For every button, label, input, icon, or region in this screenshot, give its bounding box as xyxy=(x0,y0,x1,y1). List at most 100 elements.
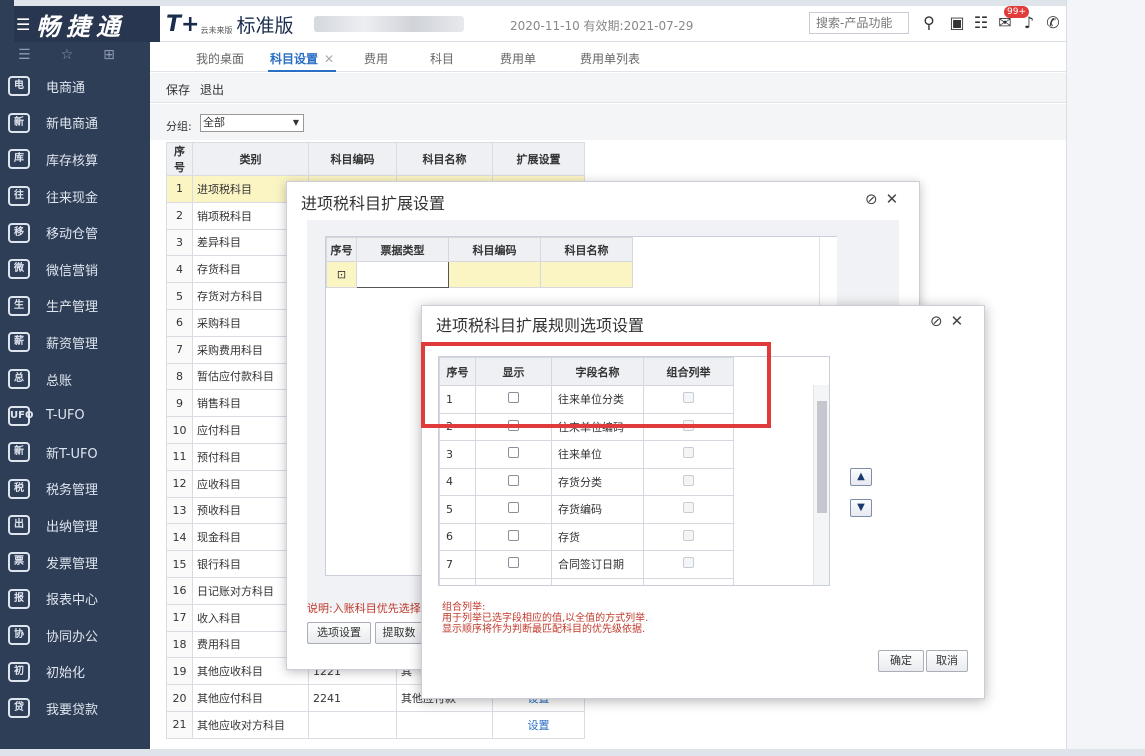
sidebar-item[interactable]: 往往来现金 xyxy=(0,178,150,215)
sidebar-item[interactable]: 薪薪资管理 xyxy=(0,324,150,361)
table-cell: 9 xyxy=(166,389,193,418)
table-row[interactable]: 21 其他应收对方科目 设置 xyxy=(166,710,585,739)
field-row[interactable]: 6 存货 xyxy=(439,522,734,551)
bell-icon[interactable]: ♪ xyxy=(1018,12,1040,34)
tab-expense-bill-list[interactable]: 费用单列表 xyxy=(580,50,640,67)
combine-checkbox[interactable] xyxy=(683,474,694,486)
brand-name: 畅捷通 xyxy=(36,11,126,41)
bill-type-input[interactable] xyxy=(356,261,449,288)
search-icon[interactable]: ⚲ xyxy=(918,12,940,34)
code-cell[interactable] xyxy=(448,261,541,288)
option-settings-button[interactable]: 选项设置 xyxy=(307,622,371,644)
ecommerce-icon: 电 xyxy=(8,76,30,97)
extract-button[interactable]: 提取数 xyxy=(375,622,423,644)
sidebar-menu-icon[interactable]: ☰ xyxy=(18,47,31,63)
sidebar-item[interactable]: UFO T-UFO xyxy=(0,397,150,434)
grid-header: 组合列举 xyxy=(643,357,734,386)
close-icon[interactable]: ✕ xyxy=(886,190,907,208)
field-row[interactable]: 3 往来单位 xyxy=(439,440,734,469)
combine-checkbox[interactable] xyxy=(683,447,694,459)
sidebar-item-label: 库存核算 xyxy=(46,153,99,169)
exit-button[interactable]: 退出 xyxy=(200,81,224,98)
group-select-value: 全部 xyxy=(203,116,225,129)
table-cell: 20 xyxy=(166,684,193,712)
show-checkbox[interactable] xyxy=(508,502,519,514)
show-checkbox[interactable] xyxy=(508,557,519,569)
sidebar-item[interactable]: 库库存核算 xyxy=(0,141,150,178)
sidebar-item[interactable]: 贷我要贷款 xyxy=(0,690,150,727)
tab-expense[interactable]: 费用 xyxy=(364,50,388,67)
sidebar-item[interactable]: 移移动仓管 xyxy=(0,214,150,251)
sidebar-item[interactable]: 电电商通 xyxy=(0,68,150,105)
search-input[interactable]: 搜索-产品功能 xyxy=(809,12,909,34)
sidebar-item[interactable]: 新新T-UFO xyxy=(0,434,150,471)
combine-checkbox[interactable] xyxy=(683,584,694,585)
show-checkbox[interactable] xyxy=(508,584,519,585)
sidebar-expand-icon[interactable]: ⊞ xyxy=(103,47,115,63)
close-icon[interactable]: ✕ xyxy=(951,312,972,330)
show-cell xyxy=(475,577,552,585)
combine-checkbox[interactable] xyxy=(683,529,694,541)
scroll-thumb[interactable] xyxy=(817,401,827,513)
field-row[interactable]: 8 票据类型 xyxy=(439,577,734,585)
col-name: 科目名称 xyxy=(540,237,633,262)
sidebar-item[interactable]: 税税务管理 xyxy=(0,471,150,508)
table-cell: 16 xyxy=(166,576,193,605)
tab-expense-bill[interactable]: 费用单 xyxy=(500,50,536,67)
tab-desktop[interactable]: 我的桌面 xyxy=(196,50,244,67)
sidebar-item-label: 生产管理 xyxy=(46,300,99,316)
combine-checkbox[interactable] xyxy=(683,557,694,569)
group-select[interactable]: 全部 ▼ xyxy=(200,114,304,132)
help-icon[interactable]: ⊘ xyxy=(865,190,886,208)
field-row[interactable]: 7 合同签订日期 xyxy=(439,550,734,579)
field-row[interactable]: 1 往来单位分类 xyxy=(439,385,734,414)
tab-account[interactable]: 科目 xyxy=(430,50,454,67)
show-checkbox[interactable] xyxy=(508,474,519,486)
tab-account-settings[interactable]: 科目设置 ✕ xyxy=(267,50,337,72)
show-checkbox[interactable] xyxy=(508,392,519,404)
field-row[interactable]: 2 往来单位编码 xyxy=(439,412,734,441)
table-cell: 17 xyxy=(166,603,193,632)
sidebar-item[interactable]: 协协同办公 xyxy=(0,617,150,654)
close-tab-icon[interactable]: ✕ xyxy=(324,52,334,66)
phone-icon[interactable]: ✆ xyxy=(1042,12,1064,34)
sidebar-item[interactable]: 微微信营销 xyxy=(0,251,150,288)
combine-checkbox[interactable] xyxy=(683,392,694,404)
sidebar-favorite-icon[interactable]: ☆ xyxy=(61,47,74,63)
loan-icon: 贷 xyxy=(8,698,30,719)
field-name: 往来单位 xyxy=(551,440,644,469)
report-icon: 报 xyxy=(8,588,30,609)
sidebar-item[interactable]: 初初始化 xyxy=(0,654,150,691)
show-checkbox[interactable] xyxy=(508,419,519,431)
show-checkbox[interactable] xyxy=(508,529,519,541)
save-button[interactable]: 保存 xyxy=(166,81,190,98)
name-cell[interactable] xyxy=(540,261,633,288)
settings-link[interactable]: 设置 xyxy=(492,710,585,739)
table-cell: 4 xyxy=(166,255,193,284)
move-down-button[interactable]: ▼ xyxy=(850,499,872,517)
sidebar-item[interactable]: 新新电商通 xyxy=(0,105,150,142)
ok-button[interactable]: 确定 xyxy=(878,650,924,672)
sidebar-item[interactable]: 生生产管理 xyxy=(0,288,150,325)
row-number: 1 xyxy=(439,385,476,414)
sidebar-item-label: T-UFO xyxy=(46,408,85,424)
help-icon[interactable]: ⊘ xyxy=(930,312,951,330)
combine-checkbox[interactable] xyxy=(683,419,694,431)
list-icon[interactable]: ☷ xyxy=(970,12,992,34)
field-row[interactable]: 5 存货编码 xyxy=(439,495,734,524)
sidebar-item[interactable]: 票发票管理 xyxy=(0,544,150,581)
field-grid-scrollbar[interactable] xyxy=(813,385,829,585)
combine-checkbox[interactable] xyxy=(683,502,694,514)
inventory-icon: 库 xyxy=(8,149,30,170)
invoice-icon: 票 xyxy=(8,552,30,573)
sidebar-item[interactable]: 总总账 xyxy=(0,361,150,398)
sidebar-item[interactable]: 出出纳管理 xyxy=(0,507,150,544)
show-checkbox[interactable] xyxy=(508,447,519,459)
sidebar-item[interactable]: 报报表中心 xyxy=(0,580,150,617)
menu-icon[interactable]: ☰ xyxy=(16,15,36,34)
save-icon[interactable]: ▣ xyxy=(946,12,968,34)
cancel-button[interactable]: 取消 xyxy=(926,650,968,672)
field-row[interactable]: 4 存货分类 xyxy=(439,467,734,496)
table-cell: 其他应收对方科目 xyxy=(192,710,309,739)
move-up-button[interactable]: ▲ xyxy=(850,468,872,486)
